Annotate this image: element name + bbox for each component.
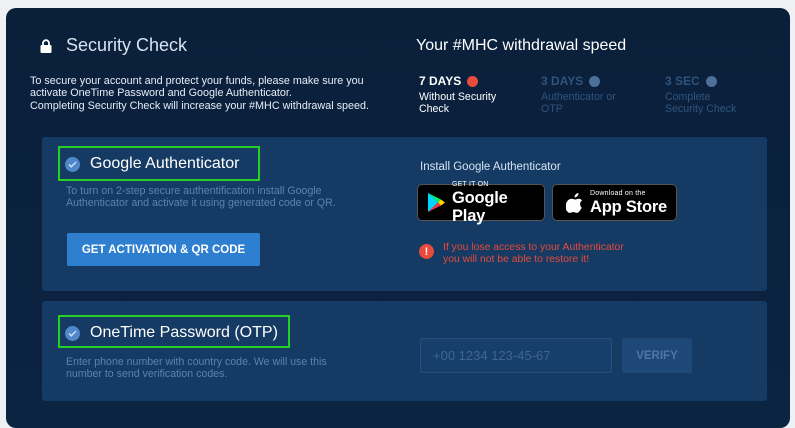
intro-text: To secure your account and protect your … [30,75,370,112]
google-authenticator-title: Google Authenticator [65,155,239,173]
status-dot-icon [467,75,479,87]
install-authenticator-label: Install Google Authenticator [420,161,561,173]
app-store-button[interactable]: Download on the App Store [552,184,677,221]
speed-level-3-sec: 3 SEC Complete Security Check [665,74,737,115]
google-play-button[interactable]: GET IT ON Google Play [417,181,545,225]
security-check-panel: Security Check To secure your account an… [6,8,790,428]
verify-button[interactable]: VERIFY [622,338,692,373]
security-check-header: Security Check [40,35,187,56]
speed-level-3-days: 3 DAYS Authenticator or OTP [541,74,616,115]
google-play-icon [427,192,446,213]
speed-level-7-days: 7 DAYS Without Security Check [419,74,497,115]
google-authenticator-card: Google Authenticator To turn on 2-step s… [42,137,767,291]
check-circle-icon [65,156,80,172]
alert-icon: ! [419,244,434,259]
otp-card: OneTime Password (OTP) Enter phone numbe… [42,301,767,401]
restore-warning: ! If you lose access to your Authenticat… [419,242,673,266]
apple-icon [566,192,584,213]
get-activation-qr-button[interactable]: GET ACTIVATION & QR CODE [67,233,260,266]
status-dot-icon [705,75,717,87]
status-dot-icon [589,75,601,87]
google-authenticator-description: To turn on 2-step secure authentificatio… [66,185,336,210]
check-circle-icon [65,325,80,341]
withdrawal-speed-title: Your #MHC withdrawal speed [416,37,627,54]
otp-title: OneTime Password (OTP) [65,324,278,342]
lock-icon [40,38,52,53]
page-title: Security Check [66,35,188,55]
phone-number-input[interactable] [420,338,612,373]
otp-description: Enter phone number with country code. We… [66,356,327,381]
